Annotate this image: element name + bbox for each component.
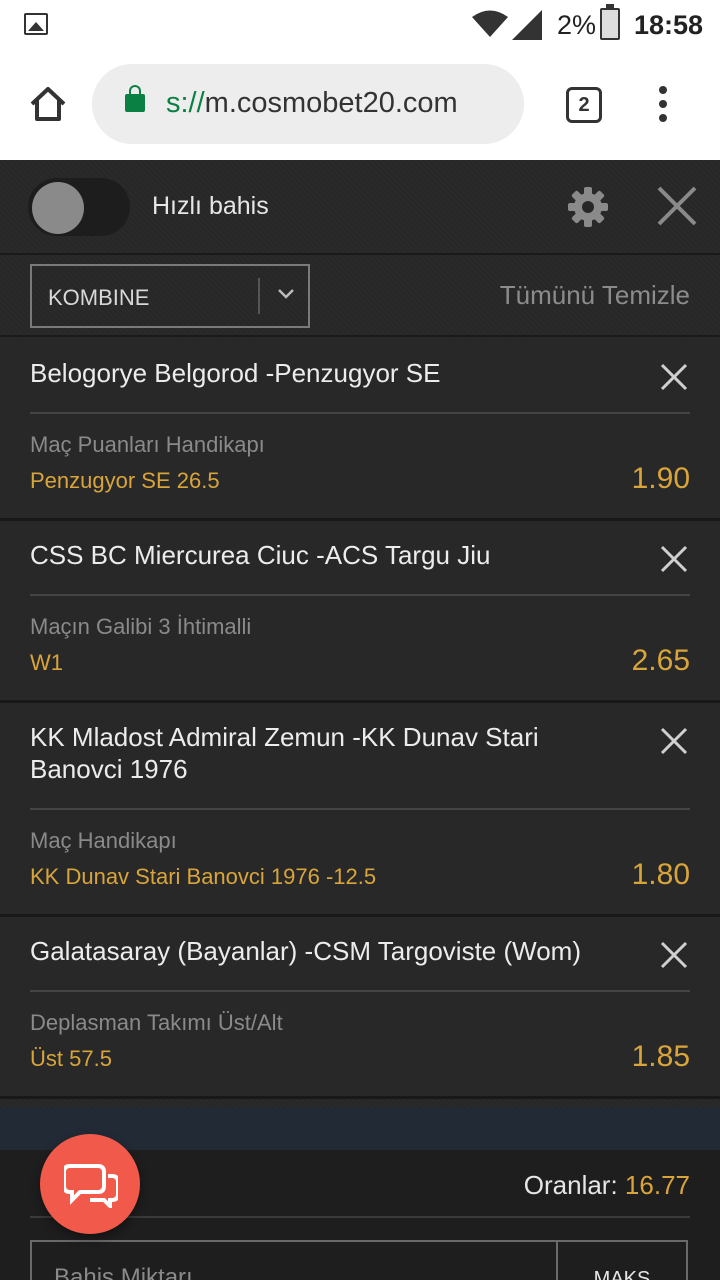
signal-icon (512, 10, 542, 40)
bet-market: Maç Handikapı (30, 828, 177, 853)
chevron-down-icon (278, 289, 294, 299)
bet-teams: CSS BC Miercurea Ciuc -ACS Targu Jiu (30, 540, 491, 570)
bet-odds: 1.90 (631, 462, 690, 495)
browser-toolbar: s://m.cosmobet20.com 2 (0, 50, 720, 160)
bet-item: Belogorye Belgorod -Penzugyor SE Maç Pua… (0, 339, 720, 521)
bet-type-value: KOMBINE (48, 285, 150, 310)
bet-item: CSS BC Miercurea Ciuc -ACS Targu Jiu Maç… (0, 521, 720, 703)
bet-selection: KK Dunav Stari Banovci 1976 -12.5 (30, 864, 377, 889)
total-odds: Oranlar: 16.77 (523, 1170, 690, 1200)
betslip-header: Hızlı bahis (0, 160, 720, 255)
bet-market: Maç Puanları Handikapı (30, 432, 265, 457)
stake-placeholder: Bahis Miktarı (54, 1264, 193, 1280)
bet-odds: 1.85 (631, 1040, 690, 1073)
close-betslip-icon[interactable] (656, 185, 698, 227)
battery-icon (600, 4, 620, 40)
bet-market: Deplasman Takımı Üst/Alt (30, 1010, 283, 1035)
clock: 18:58 (634, 10, 704, 40)
address-bar[interactable]: s://m.cosmobet20.com (92, 64, 524, 144)
live-chat-button[interactable] (40, 1134, 140, 1234)
bet-item: Galatasaray (Bayanlar) -CSM Targoviste (… (0, 917, 720, 1099)
bet-type-select[interactable]: KOMBINE (30, 264, 310, 328)
remove-bet-icon[interactable] (660, 941, 688, 969)
bet-odds: 2.65 (631, 644, 690, 677)
gear-icon[interactable] (568, 187, 608, 227)
max-stake-button[interactable]: MAKS (556, 1242, 686, 1280)
image-notification-icon (24, 13, 48, 35)
chat-icon (64, 1164, 118, 1208)
bet-market: Maçın Galibi 3 İhtimalli (30, 614, 252, 639)
bet-odds: 1.80 (631, 858, 690, 891)
stake-input[interactable]: Bahis Miktarı MAKS (30, 1240, 688, 1280)
betslip-controls: KOMBINE Tümünü Temizle (0, 257, 720, 337)
bet-selection: W1 (30, 650, 63, 675)
remove-bet-icon[interactable] (660, 727, 688, 755)
bet-teams: Belogorye Belgorod -Penzugyor SE (30, 358, 441, 388)
battery-percent: 2% (557, 10, 597, 40)
overflow-menu-icon[interactable] (656, 86, 670, 126)
quick-bet-toggle[interactable] (28, 178, 130, 236)
url-text[interactable]: s://m.cosmobet20.com (166, 87, 506, 120)
quick-bet-label: Hızlı bahis (152, 192, 269, 220)
clear-all-button[interactable]: Tümünü Temizle (500, 280, 690, 311)
bet-item: KK Mladost Admiral Zemun -KK Dunav Stari… (0, 703, 720, 917)
status-bar: 2% 18:58 (0, 0, 720, 50)
remove-bet-icon[interactable] (660, 545, 688, 573)
bet-teams: Galatasaray (Bayanlar) -CSM Targoviste (… (30, 936, 581, 966)
lock-icon (125, 85, 145, 112)
betslip-panel: Hızlı bahis KOMBINE Tümünü Temizle Belog… (0, 160, 720, 1280)
wifi-icon (472, 10, 508, 37)
bet-selection: Penzugyor SE 26.5 (30, 468, 220, 493)
bet-teams: KK Mladost Admiral Zemun -KK Dunav Stari… (30, 722, 539, 784)
remove-bet-icon[interactable] (660, 363, 688, 391)
bet-selection: Üst 57.5 (30, 1046, 112, 1071)
home-icon[interactable] (28, 84, 68, 124)
tab-switcher-button[interactable]: 2 (566, 87, 602, 123)
